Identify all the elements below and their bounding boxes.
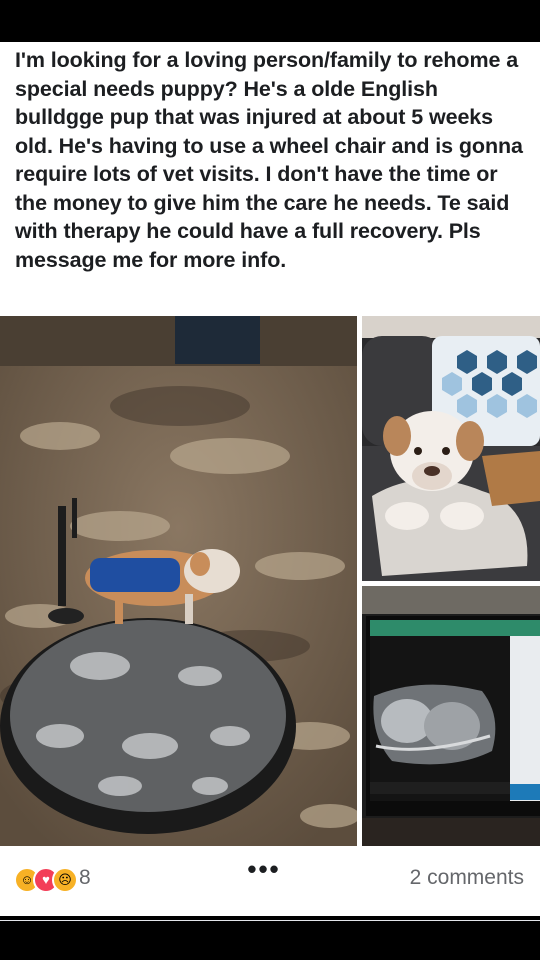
reaction-icons[interactable]: ☺ ♥ ☹: [14, 867, 78, 893]
photo-grid: [0, 316, 540, 846]
puppy-on-couch-photo[interactable]: [362, 316, 540, 581]
sad-icon: ☹: [52, 867, 78, 893]
post-text: I'm looking for a loving person/family t…: [15, 48, 523, 272]
reaction-count[interactable]: 8: [79, 866, 91, 890]
divider: [0, 920, 540, 921]
more-options-button[interactable]: •••: [232, 856, 296, 898]
post-card: I'm looking for a loving person/family t…: [0, 42, 540, 921]
puppy-wheelchair-photo[interactable]: [0, 316, 357, 846]
comments-link[interactable]: 2 comments: [410, 866, 524, 890]
xray-monitor-photo[interactable]: [362, 586, 540, 846]
